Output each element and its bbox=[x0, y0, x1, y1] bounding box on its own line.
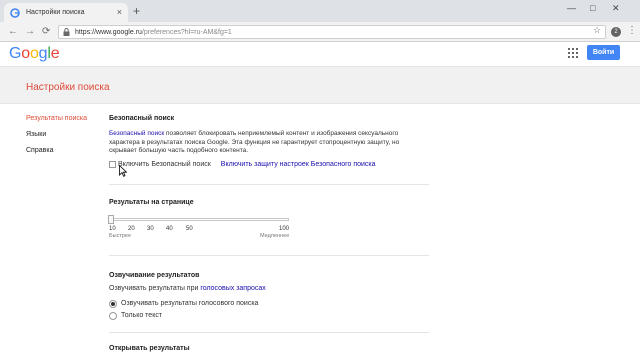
reload-button[interactable]: ⟳ bbox=[42, 25, 50, 39]
slider-tick-label: 10 bbox=[109, 225, 116, 232]
spoken-option-text[interactable]: Только текст bbox=[109, 310, 429, 322]
radio-label[interactable]: Озвучивать результаты голосового поиска bbox=[121, 300, 258, 307]
spoken-results-description: Озвучивать результаты при голосовых запр… bbox=[109, 284, 266, 292]
tab-title: Настройки поиска bbox=[26, 9, 85, 16]
slider-max-label: Медленнее bbox=[260, 232, 290, 239]
safesearch-row: Включить Безопасный поиск Включить защит… bbox=[109, 160, 429, 170]
settings-title-bar: Настройки поиска bbox=[0, 66, 640, 104]
browser-tab[interactable]: Настройки поиска × bbox=[4, 3, 128, 22]
spoken-results-title: Озвучивание результатов bbox=[109, 271, 200, 279]
slider-thumb[interactable] bbox=[108, 214, 114, 224]
lock-safesearch-link[interactable]: Включить защиту настроек Безопасного пои… bbox=[221, 161, 376, 168]
page-title: Настройки поиска bbox=[26, 82, 110, 93]
slider-tick-label: 30 bbox=[147, 225, 154, 232]
new-tab-button[interactable]: + bbox=[133, 5, 140, 17]
bookmark-star-icon[interactable]: ☆ bbox=[593, 25, 601, 36]
forward-button[interactable]: → bbox=[25, 25, 35, 39]
radio-button[interactable] bbox=[109, 299, 117, 308]
google-favicon-icon bbox=[10, 7, 20, 18]
voice-search-link[interactable]: голосовых запросах bbox=[200, 285, 265, 292]
divider bbox=[109, 331, 429, 333]
sign-in-button[interactable]: Войти bbox=[587, 45, 620, 60]
slider-track[interactable] bbox=[109, 217, 289, 221]
safesearch-checkbox[interactable] bbox=[109, 161, 116, 168]
radio-button[interactable] bbox=[109, 311, 117, 320]
mouse-cursor-icon bbox=[119, 165, 127, 177]
divider bbox=[109, 254, 429, 256]
spoken-option-voice[interactable]: Озвучивать результаты голосового поиска bbox=[109, 298, 429, 310]
results-per-page-slider[interactable]: 10 20 30 40 50 100 Быстрее Медленнее bbox=[108, 214, 290, 245]
radio-label[interactable]: Только текст bbox=[121, 312, 162, 319]
safesearch-help-link[interactable]: Безопасный поиск bbox=[109, 130, 164, 137]
close-window-icon[interactable]: ✕ bbox=[612, 4, 620, 13]
browser-toolbar: ← → ⟳ https://www.google.ru/preferences?… bbox=[0, 22, 640, 42]
slider-tick-label: 50 bbox=[186, 225, 193, 232]
url-text: https://www.google.ru/preferences?hl=ru-… bbox=[75, 28, 232, 36]
slider-tick-label: 40 bbox=[166, 225, 173, 232]
sidebar-item-languages[interactable]: Языки bbox=[26, 131, 87, 147]
safesearch-checkbox-label[interactable]: Включить Безопасный поиск bbox=[118, 161, 211, 168]
maximize-icon[interactable]: □ bbox=[590, 4, 595, 13]
extension-icon[interactable]: 2 bbox=[611, 27, 621, 37]
browser-menu-icon[interactable]: ⋮ bbox=[627, 25, 637, 37]
sidebar-item-help[interactable]: Справка bbox=[26, 147, 87, 163]
slider-min-label: Быстрее bbox=[109, 232, 132, 239]
settings-sidebar: Результаты поиска Языки Справка bbox=[26, 115, 87, 163]
logo-letter: G bbox=[9, 45, 22, 62]
tab-strip: Настройки поиска × + — □ ✕ bbox=[0, 0, 640, 22]
lock-icon bbox=[63, 28, 70, 36]
sidebar-item-search-results[interactable]: Результаты поиска bbox=[26, 115, 87, 131]
logo-letter: o bbox=[29, 45, 39, 62]
divider bbox=[109, 183, 429, 185]
apps-grid-icon[interactable] bbox=[568, 48, 578, 58]
safesearch-title: Безопасный поиск bbox=[109, 115, 175, 122]
minimize-icon[interactable]: — bbox=[567, 4, 576, 13]
back-button[interactable]: ← bbox=[8, 25, 18, 39]
google-logo[interactable]: Google bbox=[9, 45, 60, 63]
slider-tick-label: 20 bbox=[128, 225, 135, 232]
settings-main: Безопасный поиск Безопасный поиск позвол… bbox=[108, 115, 429, 352]
slider-tick-label: 100 bbox=[279, 225, 290, 232]
google-header: Google Войти bbox=[0, 42, 640, 66]
logo-letter: o bbox=[21, 45, 30, 62]
logo-letter: e bbox=[50, 45, 60, 62]
tab-close-icon[interactable]: × bbox=[117, 8, 122, 17]
safesearch-description: Безопасный поиск позволяет блокировать н… bbox=[109, 130, 400, 154]
results-per-page-title: Результаты на странице bbox=[109, 198, 194, 206]
address-bar[interactable]: https://www.google.ru/preferences?hl=ru-… bbox=[58, 25, 606, 39]
open-results-title: Открывать результаты bbox=[109, 344, 190, 352]
